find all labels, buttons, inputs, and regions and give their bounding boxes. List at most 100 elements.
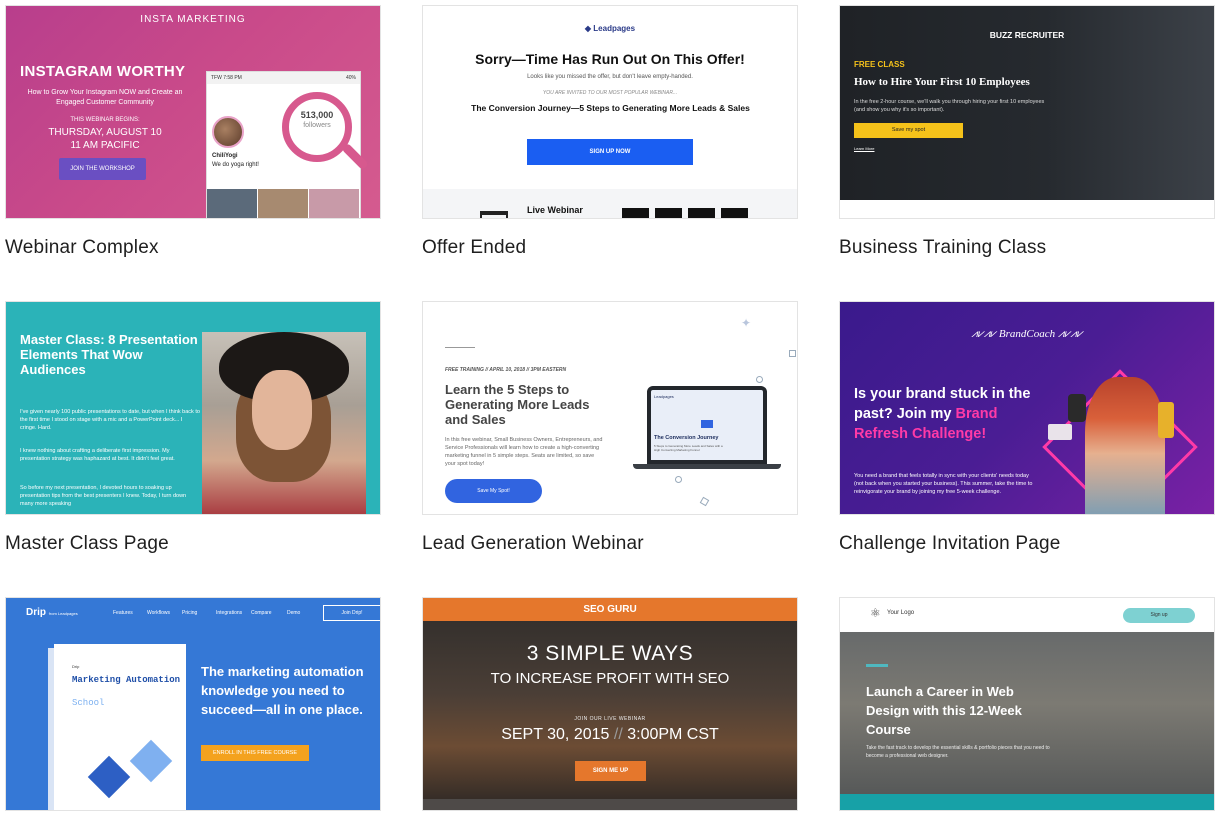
preview-headline: Sorry—Time Has Run Out On This Offer!: [475, 51, 745, 67]
template-thumbnail[interactable]: FREE TRAINING // APRIL 10, 2018 // 3PM E…: [422, 301, 798, 515]
preview-cta-button: Save my spot: [854, 123, 963, 138]
template-card-offer-ended[interactable]: ◆ Leadpages Sorry—Time Has Run Out On Th…: [422, 5, 798, 258]
template-title[interactable]: Business Training Class: [839, 237, 1046, 259]
template-title[interactable]: Challenge Invitation Page: [839, 533, 1061, 555]
logo-text: Leadpages: [593, 24, 636, 33]
screen-play-icon: [701, 420, 713, 428]
preview-line: Looks like you missed the offer, but don…: [527, 74, 693, 80]
preview-headline: INSTAGRAM WORTHY: [20, 63, 186, 80]
preview-date-time: 11 AM PACIFIC: [70, 140, 140, 151]
preview-link: Learn More: [854, 146, 875, 151]
preview-cta-button: ENROLL IN THIS FREE COURSE: [201, 745, 309, 761]
book-cover: Drip Marketing Automation School: [54, 644, 186, 810]
screen-title: The Conversion Journey: [654, 435, 719, 441]
template-thumbnail[interactable]: SEO GURU 3 SIMPLE WAYS TO INCREASE PROFI…: [422, 597, 798, 811]
preview-begins: THIS WEBINAR BEGINS:: [70, 117, 140, 123]
portrait-photo: [202, 332, 366, 514]
join-button: Join Drip!: [323, 605, 380, 621]
preview-subhead: How to Grow Your Instagram NOW and Creat…: [27, 89, 183, 106]
template-card-challenge-invitation[interactable]: ⩘⩗⩘⩗ BrandCoach ⩘⩗⩘⩗ Is your brand stuck…: [839, 301, 1215, 554]
preview-logo: ◆ Leadpages: [423, 24, 797, 33]
profile-bio: We do yoga right!: [212, 162, 259, 168]
atom-icon: ⚛: [870, 606, 881, 620]
circle-outline-icon: [675, 476, 682, 483]
circle-outline-icon: [756, 376, 763, 383]
template-card-seo-guru[interactable]: SEO GURU 3 SIMPLE WAYS TO INCREASE PROFI…: [422, 597, 798, 811]
cube-icon: [87, 755, 131, 799]
template-title[interactable]: Offer Ended: [422, 237, 526, 259]
avatar: [212, 116, 244, 148]
preview-date: SEPT 30, 2015 // 3:00PM CST: [423, 726, 797, 744]
status-bar-text: TFW 7:58 PM: [211, 75, 242, 81]
template-thumbnail[interactable]: ⩘⩗⩘⩗ BrandCoach ⩘⩗⩘⩗ Is your brand stuck…: [839, 301, 1215, 515]
zigzag-icon: ⩘⩗⩘⩗: [971, 328, 999, 340]
nav-item: Workflows: [147, 610, 170, 616]
date-separator: //: [613, 726, 623, 743]
laptop-base: [633, 464, 781, 469]
preview-join-label: JOIN OUR LIVE WEBINAR: [574, 716, 646, 722]
preview-headline: The marketing automation knowledge you n…: [201, 664, 364, 717]
brand-text: BrandCoach: [998, 328, 1056, 340]
template-thumbnail[interactable]: ⚛ Your Logo Sign up Launch a Career in W…: [839, 597, 1215, 811]
preview-description: In the free 2-hour course, we'll walk yo…: [854, 99, 1045, 113]
battery-label: 40%: [345, 75, 356, 81]
photo-thumb: [309, 189, 360, 218]
preview-brand-bar: SEO GURU: [423, 598, 797, 621]
template-card-business-training[interactable]: BUZZ RECRUITER FREE CLASS How to Hire Yo…: [839, 5, 1215, 258]
template-title[interactable]: Webinar Complex: [5, 237, 159, 259]
nav-item: Demo: [287, 610, 301, 616]
phone-status-bar: TFW 7:58 PM 40%: [207, 72, 360, 84]
template-card-webinar-complex[interactable]: INSTA MARKETING INSTAGRAM WORTHY How to …: [5, 5, 381, 258]
cassette-icon: [1048, 424, 1072, 440]
preview-footer: [840, 794, 1214, 810]
square-outline-icon: [699, 496, 710, 507]
preview-subheadline: TO INCREASE PROFIT WITH SEO: [490, 670, 730, 687]
preview-webinar-title: The Conversion Journey—5 Steps to Genera…: [471, 103, 750, 113]
nav-item: Compare: [251, 610, 272, 616]
template-card-web-design-course[interactable]: ⚛ Your Logo Sign up Launch a Career in W…: [839, 597, 1215, 811]
nav-item: Features: [113, 610, 133, 616]
preview-kicker: FREE CLASS: [854, 60, 905, 69]
watch-icon: [1068, 394, 1086, 422]
headline-part: Is your brand stuck in the past? Join my: [854, 386, 1031, 422]
template-card-lead-generation[interactable]: FREE TRAINING // APRIL 10, 2018 // 3PM E…: [422, 301, 798, 554]
preview-footer: [840, 200, 1214, 218]
preview-headline: How to Hire Your First 10 Employees: [854, 76, 1030, 88]
template-thumbnail[interactable]: ◆ Leadpages Sorry—Time Has Run Out On Th…: [422, 5, 798, 219]
preview-paragraph: So before my next presentation, I devote…: [20, 485, 187, 507]
template-title[interactable]: Lead Generation Webinar: [422, 533, 644, 555]
cube-icon: [129, 739, 173, 783]
countdown-box: [721, 208, 748, 218]
book-subtitle: School: [72, 698, 105, 708]
signup-button: Sign up: [1123, 608, 1195, 623]
template-card-drip[interactable]: Drip from Leadpages Features Workflows P…: [5, 597, 381, 811]
preview-cta-button: SIGN ME UP: [575, 761, 646, 781]
followers-label: followers: [303, 122, 331, 129]
screen-subtitle: 5 Steps to Generating More Leads and Sal…: [654, 444, 723, 452]
template-thumbnail[interactable]: Master Class: 8 Presentation Elements Th…: [5, 301, 381, 515]
preview-date-day: THURSDAY, AUGUST 10: [48, 127, 162, 138]
template-card-master-class[interactable]: Master Class: 8 Presentation Elements Th…: [5, 301, 381, 554]
preview-paragraph: I've given nearly 100 public presentatio…: [20, 409, 200, 431]
template-thumbnail[interactable]: BUZZ RECRUITER FREE CLASS How to Hire Yo…: [839, 5, 1215, 219]
date-text: SEPT 30, 2015: [501, 726, 610, 743]
portrait-photo: [1085, 377, 1165, 514]
countdown-box: [622, 208, 649, 218]
preview-paragraph: I knew nothing about crafting a delibera…: [20, 448, 175, 462]
preview-webinar-label: Live Webinar: [527, 205, 583, 215]
preview-logo: Your Logo: [887, 610, 915, 616]
preview-description: You need a brand that feels totally in s…: [854, 473, 1033, 495]
time-text: 3:00PM CST: [627, 726, 719, 743]
template-thumbnail[interactable]: INSTA MARKETING INSTAGRAM WORTHY How to …: [5, 5, 381, 219]
preview-description: Take the fast track to develop the essen…: [866, 745, 1050, 759]
portrait-face: [252, 370, 312, 450]
book-title: Marketing Automation: [72, 675, 181, 685]
preview-cta-button: JOIN THE WORKSHOP: [59, 158, 146, 180]
logo-sub: from Leadpages: [48, 611, 78, 616]
preview-cta-button: Save My Spot!: [445, 479, 542, 503]
template-title[interactable]: Master Class Page: [5, 533, 169, 555]
template-thumbnail[interactable]: Drip from Leadpages Features Workflows P…: [5, 597, 381, 811]
accent-dash: [866, 664, 888, 667]
preview-brand: INSTA MARKETING: [140, 14, 246, 25]
photo-thumb: [258, 189, 309, 218]
